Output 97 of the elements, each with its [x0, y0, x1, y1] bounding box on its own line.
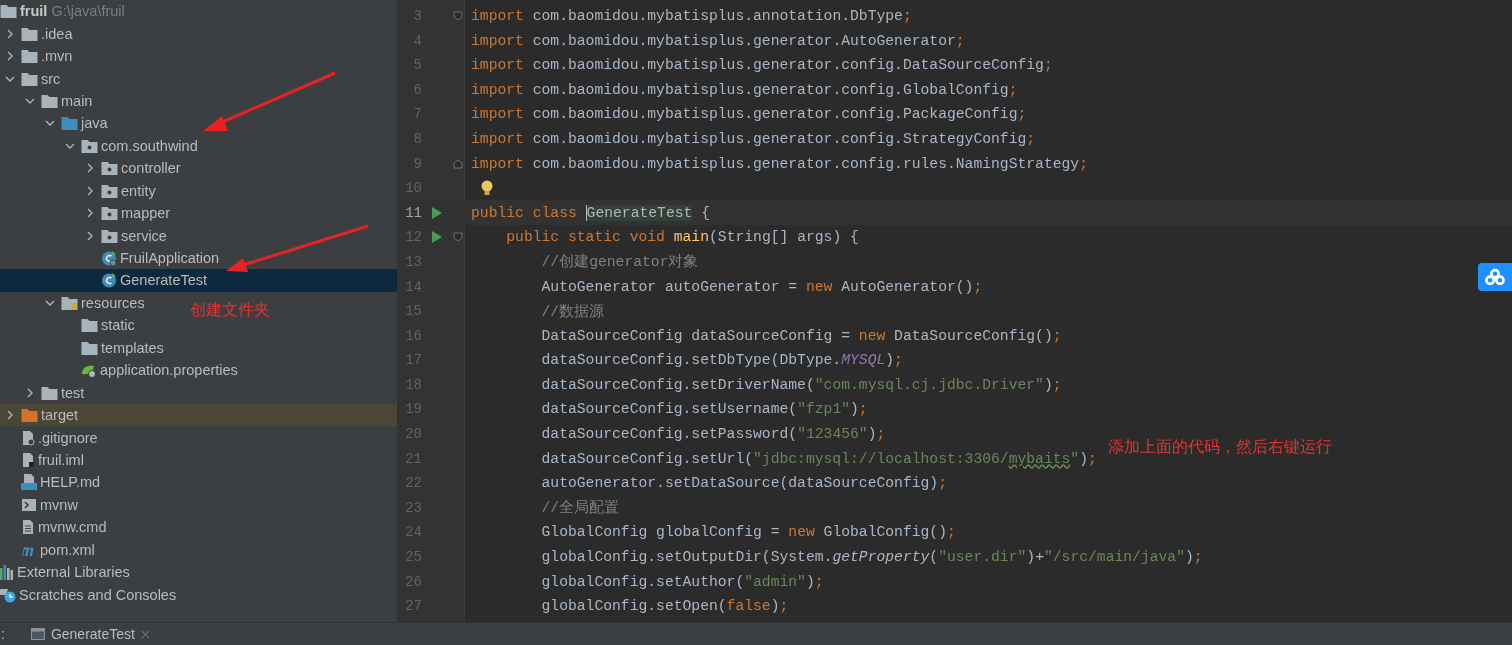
- chevron-right-icon[interactable]: [85, 230, 95, 241]
- tree-item[interactable]: mvnw.cmd: [0, 516, 107, 539]
- tree-item[interactable]: target: [0, 403, 397, 427]
- class-icon: [101, 250, 117, 267]
- folder-icon: [81, 340, 98, 355]
- code-line: import com.baomidou.mybatisplus.generator.config.DataSourceConfig;: [471, 57, 1053, 74]
- code-line: //全局配置: [540, 499, 620, 518]
- tree-item[interactable]: fruil G:\java\fruil: [0, 0, 125, 23]
- folder-icon: [0, 4, 17, 19]
- tree-item[interactable]: com.southwind: [0, 134, 198, 158]
- lightbulb-icon[interactable]: [481, 180, 493, 197]
- package-folder-icon: [101, 228, 118, 243]
- code-line: //创建generator对象: [540, 252, 699, 272]
- fold-icon[interactable]: [453, 158, 463, 169]
- code-line: import com.baomidou.mybatisplus.generator.config.StrategyConfig;: [471, 130, 1036, 147]
- file-icon: [21, 429, 35, 446]
- folder-icon: [41, 385, 58, 400]
- chevron-right-icon[interactable]: [85, 208, 95, 219]
- package-folder-icon: [101, 206, 118, 221]
- tree-item[interactable]: FruilApplication: [0, 246, 220, 270]
- editor-tab[interactable]: GenerateTest: [24, 623, 156, 645]
- file-icon: [21, 451, 35, 468]
- run-icon[interactable]: [432, 206, 442, 219]
- tree-item[interactable]: .gitignore: [0, 426, 98, 449]
- code-line: public static void main(String[] args) {: [505, 229, 859, 246]
- code-line: dataSourceConfig.setUsername("fzp1");: [540, 401, 868, 418]
- terminal-icon: [21, 497, 37, 512]
- tree-item[interactable]: test: [0, 381, 85, 404]
- code-line: import com.baomidou.mybatisplus.generator.config.GlobalConfig;: [471, 81, 1018, 98]
- annotation-text: 创建文件夹: [190, 300, 270, 321]
- file-icon: [21, 519, 35, 536]
- code-line: globalConfig.setAuthor("admin");: [540, 573, 824, 590]
- class-icon: [101, 272, 117, 289]
- tree-item[interactable]: java: [0, 112, 108, 135]
- run-icon[interactable]: [432, 231, 442, 244]
- folder-icon: [21, 26, 38, 41]
- folder-icon: [61, 116, 78, 131]
- chevron-right-icon[interactable]: [5, 410, 15, 421]
- folder-icon: [61, 295, 78, 310]
- folder-icon: [21, 408, 38, 423]
- tree-item[interactable]: HELP.md: [0, 471, 101, 494]
- code-line: GlobalConfig globalConfig = new GlobalConfig();: [540, 524, 956, 541]
- chevron-right-icon[interactable]: [5, 51, 15, 62]
- code-line: dataSourceConfig.setDriverName("com.mysql.cj.jdbc.Driver");: [540, 376, 1062, 393]
- tree-item[interactable]: Scratches and Consoles: [0, 583, 177, 606]
- tree-item[interactable]: External Libraries: [0, 560, 130, 584]
- package-folder-icon: [101, 161, 118, 176]
- code-line: //数据源: [540, 302, 605, 321]
- tree-item[interactable]: mvnw: [0, 493, 78, 517]
- folder-icon: [41, 93, 58, 108]
- clock-icon: [0, 586, 16, 603]
- code-line: DataSourceConfig dataSourceConfig = new DataSourceConfig();: [540, 327, 1062, 344]
- tree-item[interactable]: entity: [0, 179, 156, 202]
- window-icon: [30, 628, 45, 640]
- folder-icon: [21, 49, 38, 64]
- chevron-right-icon[interactable]: [85, 185, 95, 196]
- code-line: public class GenerateTest {: [471, 204, 710, 221]
- tree-item[interactable]: controller: [0, 157, 181, 180]
- tree-item[interactable]: main: [0, 89, 93, 113]
- fold-icon[interactable]: [453, 11, 463, 21]
- tree-item[interactable]: application.properties: [0, 359, 238, 382]
- package-folder-icon: [101, 183, 118, 198]
- chevron-right-icon[interactable]: [5, 28, 15, 39]
- code-line: import com.baomidou.mybatisplus.generator.AutoGenerator;: [471, 32, 965, 49]
- tree-item[interactable]: resources: [0, 291, 145, 315]
- tree-item[interactable]: fruil.iml: [0, 448, 84, 472]
- annotation-text: 添加上面的代码，然后右键运行: [1108, 437, 1332, 458]
- code-line: globalConfig.setOutputDir(System.getProperty("user.dir")+"/src/main/java");: [540, 549, 1203, 566]
- code-line: autoGenerator.setDataSource(dataSourceConfig);: [540, 475, 947, 492]
- tree-item[interactable]: .mvn: [0, 44, 73, 68]
- tree-item[interactable]: mapper: [0, 201, 171, 225]
- code-line: import com.baomidou.mybatisplus.generator.config.rules.NamingStrategy;: [471, 155, 1088, 172]
- tree-item[interactable]: src: [0, 67, 61, 90]
- fold-icon[interactable]: [453, 232, 463, 243]
- folder-icon: [81, 318, 98, 333]
- code-line: globalConfig.setOpen(false);: [540, 598, 789, 615]
- tree-item[interactable]: pom.xml: [0, 538, 95, 561]
- panel-label: :: [0, 626, 5, 642]
- tree-item[interactable]: GenerateTest: [0, 269, 397, 292]
- library-icon: [0, 564, 14, 581]
- code-line: dataSourceConfig.setDbType(DbType.MYSQL);: [540, 352, 903, 369]
- chevron-right-icon[interactable]: [25, 387, 35, 398]
- chevron-right-icon[interactable]: [85, 163, 95, 174]
- tree-item[interactable]: static: [0, 314, 135, 337]
- folder-icon: [21, 71, 38, 86]
- tree-item[interactable]: .idea: [0, 22, 73, 45]
- code-line: import com.baomidou.mybatisplus.annotation.DbType;: [471, 8, 912, 24]
- rings-icon[interactable]: [1478, 263, 1512, 291]
- markdown-file-icon: [21, 474, 37, 491]
- tree-item[interactable]: templates: [0, 336, 164, 359]
- code-line: dataSourceConfig.setPassword("123456");: [540, 426, 886, 443]
- line-number: 11: [404, 204, 422, 221]
- tree-item[interactable]: service: [0, 224, 167, 247]
- code-line: import com.baomidou.mybatisplus.generator.config.PackageConfig;: [471, 106, 1027, 123]
- code-line: AutoGenerator autoGenerator = new AutoGenerator();: [540, 278, 983, 295]
- package-folder-icon: [81, 138, 98, 153]
- code-line: dataSourceConfig.setUrl("jdbc:mysql://localhost:3306/mybaits");: [540, 450, 1097, 467]
